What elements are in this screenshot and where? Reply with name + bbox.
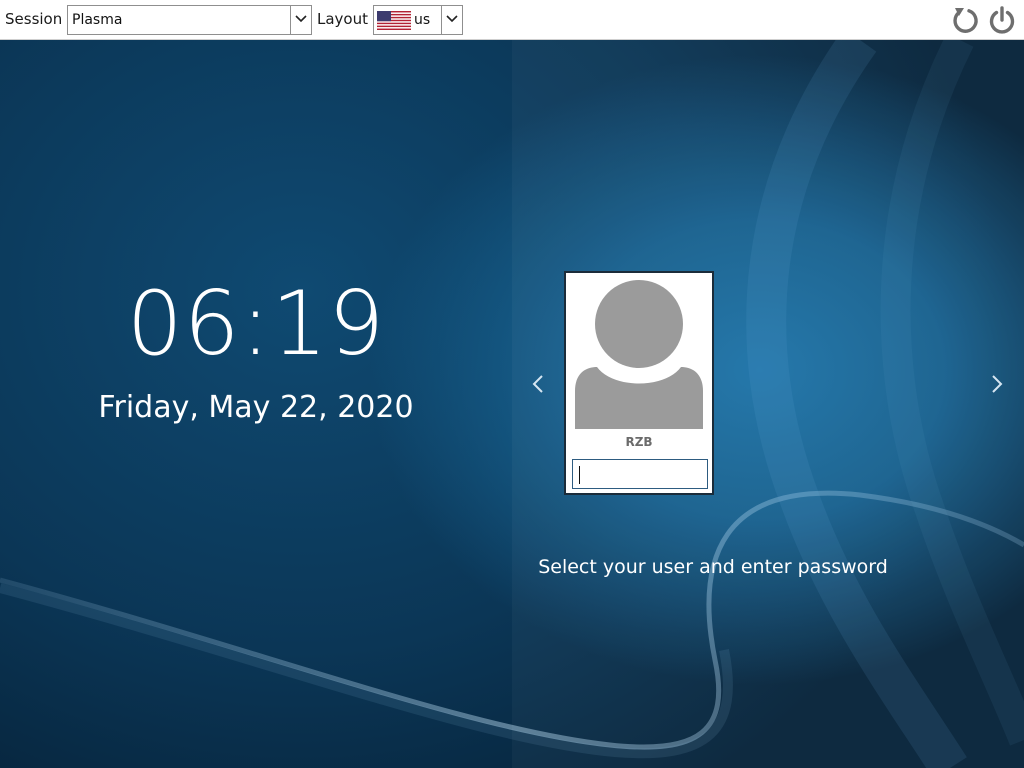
shutdown-button[interactable]: [987, 5, 1017, 35]
chevron-down-icon: [446, 15, 458, 23]
session-value: Plasma: [72, 12, 123, 28]
chevron-right-icon: [992, 375, 1003, 393]
clock-time: 06:19: [126, 272, 386, 375]
power-icon: [989, 6, 1015, 34]
layout-dropdown-button[interactable]: [441, 6, 462, 34]
chevron-left-icon: [532, 375, 543, 393]
next-user-button[interactable]: [989, 372, 1005, 396]
layout-label: Layout: [317, 10, 368, 28]
session-combobox[interactable]: Plasma: [67, 5, 312, 35]
text-cursor: [579, 466, 580, 484]
user-avatar-icon: [575, 280, 703, 429]
top-toolbar: Session Plasma Layout us: [0, 0, 1024, 40]
reboot-icon: [953, 8, 978, 33]
session-dropdown-button[interactable]: [290, 6, 311, 34]
layout-value: us: [414, 12, 431, 28]
login-hint: Select your user and enter password: [538, 556, 888, 578]
previous-user-button[interactable]: [530, 372, 546, 396]
layout-combobox[interactable]: us: [373, 5, 463, 35]
password-input[interactable]: [572, 459, 708, 489]
reboot-button[interactable]: [950, 5, 980, 35]
user-card[interactable]: RZB: [564, 271, 714, 495]
session-label: Session: [5, 10, 63, 28]
clock-date: Friday, May 22, 2020: [98, 390, 414, 425]
user-name: RZB: [625, 435, 653, 449]
us-flag-icon: [377, 11, 411, 30]
chevron-down-icon: [295, 15, 307, 23]
